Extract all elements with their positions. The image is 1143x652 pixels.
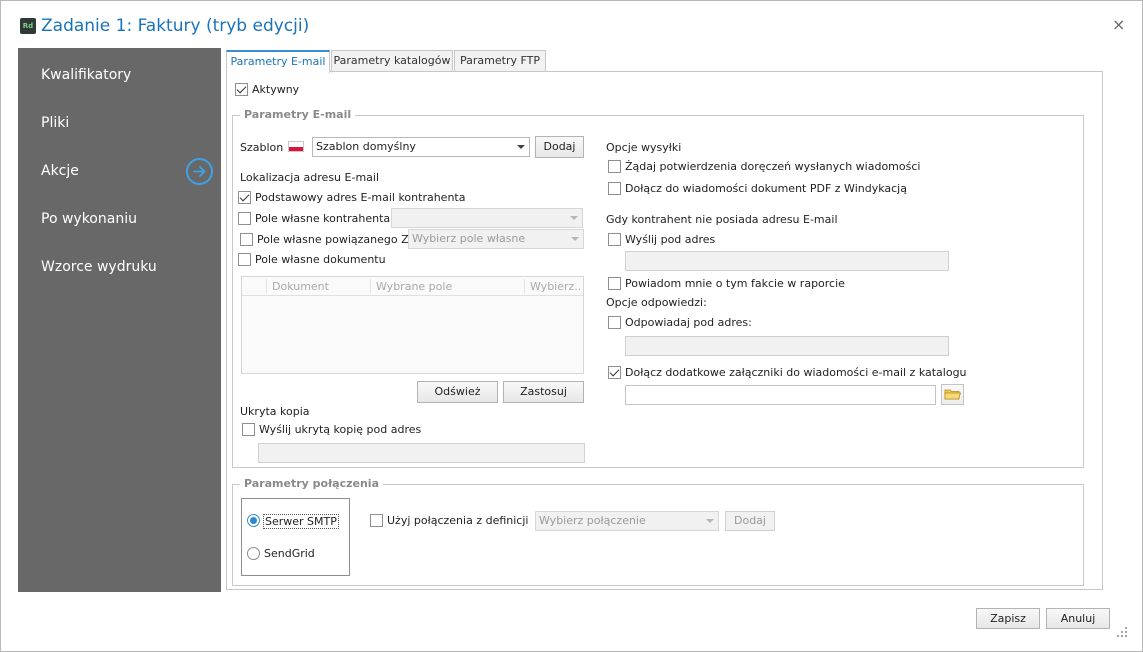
send-to-address-input[interactable] bbox=[625, 251, 949, 271]
connection-params-group bbox=[232, 484, 1084, 586]
grid-column-separator bbox=[524, 279, 525, 294]
refresh-button[interactable]: Odśwież bbox=[417, 381, 498, 403]
sidebar: Kwalifikatory Pliki Akcje Po wykonaniu W… bbox=[18, 48, 221, 592]
sidebar-item-wzorce-wydruku[interactable]: Wzorce wydruku bbox=[41, 259, 157, 275]
custom-field-linked-select[interactable]: Wybierz pole własne bbox=[408, 229, 584, 249]
tab-parametry-katalogow[interactable]: Parametry katalogów bbox=[331, 50, 453, 72]
attach-pdf-checkbox[interactable] bbox=[608, 182, 621, 195]
apply-button[interactable]: Zastosuj bbox=[503, 381, 584, 403]
save-button[interactable]: Zapisz bbox=[976, 608, 1040, 629]
flag-pl-icon bbox=[288, 141, 304, 152]
send-to-label: Wyślij pod adres bbox=[625, 233, 716, 246]
arrow-right-circle-icon bbox=[186, 158, 213, 185]
active-label: Aktywny bbox=[252, 83, 300, 96]
grid-column-dokument[interactable]: Dokument bbox=[272, 280, 329, 293]
cancel-button[interactable]: Anuluj bbox=[1046, 608, 1110, 629]
basic-address-checkbox[interactable] bbox=[238, 191, 251, 204]
use-definition-checkbox[interactable] bbox=[370, 514, 383, 527]
attach-pdf-label: Dołącz do wiadomości dokument PDF z Wind… bbox=[625, 182, 907, 195]
connection-select[interactable]: Wybierz połączenie bbox=[535, 511, 719, 531]
template-label: Szablon bbox=[240, 141, 284, 154]
reply-to-label: Odpowiadaj pod adres: bbox=[625, 316, 752, 329]
smtp-label: Serwer SMTP bbox=[263, 514, 339, 529]
window-title: Zadanie 1: Faktury (tryb edycji) bbox=[41, 16, 310, 36]
grid-column-separator bbox=[266, 279, 267, 294]
reply-to-checkbox[interactable] bbox=[608, 316, 621, 329]
connection-select-value: Wybierz połączenie bbox=[539, 514, 646, 527]
delivery-confirmation-label: Żądaj potwierdzenia doręczeń wysłanych w… bbox=[625, 160, 921, 173]
chevron-down-icon bbox=[571, 237, 579, 241]
custom-field-document-label: Pole własne dokumentu bbox=[255, 253, 386, 266]
active-checkbox[interactable] bbox=[235, 83, 248, 96]
app-logo-icon: Rd bbox=[20, 18, 36, 34]
attach-extra-checkbox[interactable] bbox=[608, 366, 621, 379]
sidebar-item-pliki[interactable]: Pliki bbox=[41, 115, 69, 131]
grid-column-wybierz[interactable]: Wybierz... bbox=[530, 280, 580, 293]
custom-field-document-checkbox[interactable] bbox=[238, 253, 251, 266]
sendgrid-label: SendGrid bbox=[264, 547, 315, 560]
address-location-title: Lokalizacja adresu E-mail bbox=[240, 171, 380, 184]
bcc-checkbox[interactable] bbox=[242, 423, 255, 436]
template-select-value: Szablon domyślny bbox=[316, 140, 416, 153]
tab-parametry-ftp[interactable]: Parametry FTP bbox=[454, 50, 546, 72]
chevron-down-icon bbox=[706, 519, 714, 523]
delivery-confirmation-checkbox[interactable] bbox=[608, 160, 621, 173]
fields-grid[interactable]: Dokument Wybrane pole Wybierz... bbox=[241, 276, 584, 374]
use-definition-label: Użyj połączenia z definicji bbox=[387, 514, 529, 527]
sidebar-item-akcje[interactable]: Akcje bbox=[41, 163, 79, 179]
send-to-checkbox[interactable] bbox=[608, 233, 621, 246]
notify-me-label: Powiadom mnie o tym fakcie w raporcie bbox=[625, 277, 845, 290]
custom-field-contractor-label: Pole własne kontrahenta bbox=[255, 212, 391, 225]
chevron-down-icon bbox=[570, 216, 578, 220]
email-params-group-title: Parametry E-mail bbox=[240, 108, 356, 121]
dialog-window: Rd Zadanie 1: Faktury (tryb edycji) × Kw… bbox=[0, 0, 1143, 652]
basic-address-label: Podstawowy adres E-mail kontrahenta bbox=[255, 191, 466, 204]
close-icon[interactable]: × bbox=[1112, 15, 1125, 34]
folder-icon bbox=[944, 389, 962, 400]
resize-grip-icon[interactable] bbox=[1115, 625, 1129, 639]
custom-field-linked-checkbox[interactable] bbox=[240, 233, 253, 246]
no-address-title: Gdy kontrahent nie posiada adresu E-mail bbox=[606, 213, 838, 226]
attach-extra-label: Dołącz dodatkowe załączniki do wiadomośc… bbox=[625, 366, 967, 379]
template-select[interactable]: Szablon domyślny bbox=[312, 137, 530, 157]
bcc-address-input[interactable] bbox=[258, 443, 585, 463]
connection-add-button[interactable]: Dodaj bbox=[725, 511, 775, 531]
connection-params-group-title: Parametry połączenia bbox=[240, 477, 383, 490]
reply-to-address-input[interactable] bbox=[625, 336, 949, 356]
bcc-label: Wyślij ukrytą kopię pod adres bbox=[259, 423, 422, 436]
smtp-radio[interactable] bbox=[247, 514, 260, 527]
custom-field-contractor-checkbox[interactable] bbox=[238, 212, 251, 225]
grid-column-wybrane-pole[interactable]: Wybrane pole bbox=[376, 280, 452, 293]
sendgrid-radio[interactable] bbox=[247, 547, 260, 560]
notify-me-checkbox[interactable] bbox=[608, 277, 621, 290]
template-add-button[interactable]: Dodaj bbox=[535, 136, 584, 158]
attachments-folder-input[interactable] bbox=[625, 385, 936, 405]
browse-folder-button[interactable] bbox=[941, 384, 964, 405]
custom-field-linked-select-value: Wybierz pole własne bbox=[412, 232, 526, 245]
sidebar-item-kwalifikatory[interactable]: Kwalifikatory bbox=[41, 67, 131, 83]
server-type-box bbox=[241, 498, 350, 576]
sidebar-item-po-wykonaniu[interactable]: Po wykonaniu bbox=[41, 211, 137, 227]
send-options-title: Opcje wysyłki bbox=[606, 141, 682, 154]
chevron-down-icon bbox=[517, 145, 525, 149]
custom-field-contractor-select[interactable] bbox=[391, 208, 583, 228]
custom-field-linked-label: Pole własne powiązanego ZK bbox=[257, 233, 416, 246]
fields-grid-header: Dokument Wybrane pole Wybierz... bbox=[242, 277, 583, 296]
reply-options-title: Opcje odpowiedzi: bbox=[606, 296, 707, 309]
grid-column-separator bbox=[370, 279, 371, 294]
tab-parametry-email[interactable]: Parametry E-mail bbox=[226, 50, 330, 73]
bcc-title: Ukryta kopia bbox=[240, 405, 310, 418]
